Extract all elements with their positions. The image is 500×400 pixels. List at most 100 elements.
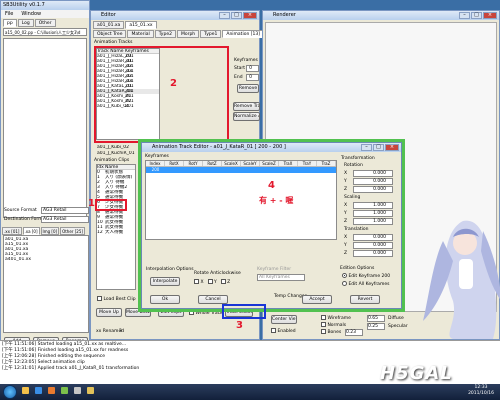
minimize-icon[interactable]: –: [459, 12, 470, 19]
edit-all-keyframes-radio[interactable]: Edit All Keyframes: [342, 281, 389, 287]
track-item-below[interactable]: a01_J_Kubi_02: [97, 145, 129, 150]
menu-window[interactable]: Window: [21, 10, 41, 18]
bones-size-spinner[interactable]: 0.23: [345, 329, 363, 336]
rotation-spinner[interactable]: 0.000: [353, 169, 393, 177]
rotation-spinner[interactable]: 0.000: [353, 177, 393, 185]
main-window-title: SB3Utility v0.1.7: [3, 2, 45, 8]
normalize-all-button[interactable]: Normalize All: [233, 112, 260, 121]
minimize-icon[interactable]: –: [361, 144, 372, 151]
anticlockwise-y-checkbox[interactable]: Y: [207, 279, 217, 285]
keyframe-filter-select[interactable]: All Keyframes: [257, 274, 305, 281]
revert-button[interactable]: Revert: [350, 295, 380, 304]
keyframe-cell: [317, 167, 336, 173]
normals-check-icon: [321, 322, 326, 327]
translation-spinner[interactable]: 0.000: [353, 241, 393, 249]
renamed-value: 3: [119, 329, 122, 334]
maximize-icon[interactable]: □: [471, 12, 482, 19]
close-icon[interactable]: ×: [483, 12, 497, 19]
main-window: SB3Utility v0.1.7 File Window pp Log Oth…: [0, 0, 90, 356]
sb3utility-icon[interactable]: [74, 387, 81, 394]
editor-doc-tabs: a01_01.xa a15_01.xx: [93, 21, 257, 29]
maximize-icon[interactable]: □: [373, 144, 384, 151]
tab-type2[interactable]: Type2: [154, 30, 176, 38]
translation-spinner[interactable]: 0.000: [353, 249, 393, 257]
explorer-icon[interactable]: [22, 387, 29, 394]
remove-keyframes-button[interactable]: Remove: [237, 84, 259, 93]
keyframe-row-selected[interactable]: 200: [146, 167, 336, 173]
tab-xx[interactable]: .xx [01]: [2, 227, 22, 235]
clip-selection-highlight: [95, 199, 127, 211]
close-icon[interactable]: ×: [385, 144, 399, 151]
track-row[interactable]: a01_J_Kubi_01201: [97, 104, 159, 109]
file-item[interactable]: a401_01.xx: [5, 257, 87, 262]
tab-doc-xa[interactable]: a01_01.xa: [93, 21, 125, 29]
center-view-button[interactable]: Center View: [271, 315, 297, 324]
menu-file[interactable]: File: [5, 10, 13, 18]
scaling-group: X 1.000 Y 1.000 Z 1.000: [344, 201, 393, 225]
tab-img[interactable]: Img [0]: [40, 227, 60, 235]
clock[interactable]: 12:33 2011/10/16: [468, 385, 494, 397]
edit-keyframe-radio[interactable]: Edit Keyframe 200: [342, 273, 390, 279]
diffuse-spinner[interactable]: 0.65: [367, 315, 385, 322]
normals-checkbox[interactable]: Normals: [321, 322, 346, 328]
start-spinner[interactable]: 0: [246, 65, 259, 72]
tab-pp[interactable]: pp: [3, 19, 17, 27]
destination-format-select[interactable]: AG3 Retail: [41, 216, 89, 223]
load-best-clip-check-icon: [97, 296, 102, 301]
move-up-button[interactable]: Move Up: [96, 308, 122, 317]
tab-animation[interactable]: Animation [13]: [222, 30, 264, 38]
anticlockwise-z-checkbox[interactable]: Z: [220, 279, 230, 285]
media-icon[interactable]: [48, 387, 55, 394]
keyframe-cell: [222, 167, 241, 173]
tab-material[interactable]: Material: [127, 30, 154, 38]
rotation-axis-label: Y: [344, 178, 347, 184]
wireframe-checkbox[interactable]: Wireframe: [321, 315, 351, 321]
track-editor-titlebar: Animation Track Editor - a01_J_KataR_01 …: [142, 143, 401, 152]
cancel-button[interactable]: Cancel: [198, 295, 228, 304]
specular-spinner[interactable]: 0.25: [367, 323, 385, 330]
keyframe-cell: [241, 167, 260, 173]
end-spinner[interactable]: 0: [246, 74, 259, 81]
keyframe-col-header: TraZ: [317, 161, 336, 166]
tab-other-files[interactable]: Other [25]: [60, 227, 85, 235]
scaling-spinner[interactable]: 1.000: [353, 201, 393, 209]
annotation-3: 3: [236, 320, 243, 331]
load-best-clip-checkbox[interactable]: Load Best Clip: [97, 296, 136, 302]
ok-button[interactable]: Ok: [150, 295, 180, 304]
diffuse-label: Diffuse: [388, 316, 404, 321]
keyframe-cell: [260, 167, 279, 173]
app-icon[interactable]: [61, 387, 68, 394]
keyframe-col-header: TraY: [298, 161, 317, 166]
tab-doc-xx[interactable]: a15_01.xx: [125, 21, 157, 29]
clip-row[interactable]: 12 大人待機: [97, 230, 135, 235]
source-format-select[interactable]: AG3 Retail: [41, 207, 89, 214]
bones-checkbox[interactable]: Bones: [321, 329, 341, 335]
start-button[interactable]: [3, 385, 17, 399]
browser-icon[interactable]: [35, 387, 42, 394]
translation-axis-label: Y: [344, 242, 347, 248]
close-icon[interactable]: ×: [243, 12, 257, 19]
tab-other[interactable]: Other: [34, 19, 56, 27]
tab-object-tree[interactable]: Object Tree: [93, 30, 127, 38]
translation-spinner[interactable]: 0.000: [353, 233, 393, 241]
tab-morph[interactable]: Morph: [176, 30, 200, 38]
renderer-window-controls: – □ ×: [459, 12, 497, 19]
remove-tracks-button[interactable]: Remove Tracks: [233, 102, 260, 111]
scaling-spinner[interactable]: 1.000: [353, 209, 393, 217]
accept-button[interactable]: Accept: [302, 295, 332, 304]
pp-path-field[interactable]: a15_00_02.pp - C:\illusion\人工少女3\d: [3, 28, 87, 36]
scaling-spinner[interactable]: 1.000: [353, 217, 393, 225]
rotation-group: X 0.000 Y 0.000 Z 0.000: [344, 169, 393, 193]
track-item-below[interactable]: a01_J_KuchiR_01: [97, 151, 135, 156]
tab-xa[interactable]: .xa [0]: [22, 227, 40, 235]
enabled-checkbox[interactable]: Enabled: [271, 328, 296, 334]
tab-type1[interactable]: Type1: [200, 30, 222, 38]
anticlockwise-x-checkbox[interactable]: X: [194, 279, 204, 285]
maximize-icon[interactable]: □: [231, 12, 242, 19]
minimize-icon[interactable]: –: [219, 12, 230, 19]
interpolate-button[interactable]: Interpolate: [150, 277, 180, 286]
translation-value: 0.000: [373, 242, 386, 248]
rotation-spinner[interactable]: 0.000: [353, 185, 393, 193]
tab-log[interactable]: Log: [17, 19, 34, 27]
folder-icon[interactable]: [87, 387, 94, 394]
